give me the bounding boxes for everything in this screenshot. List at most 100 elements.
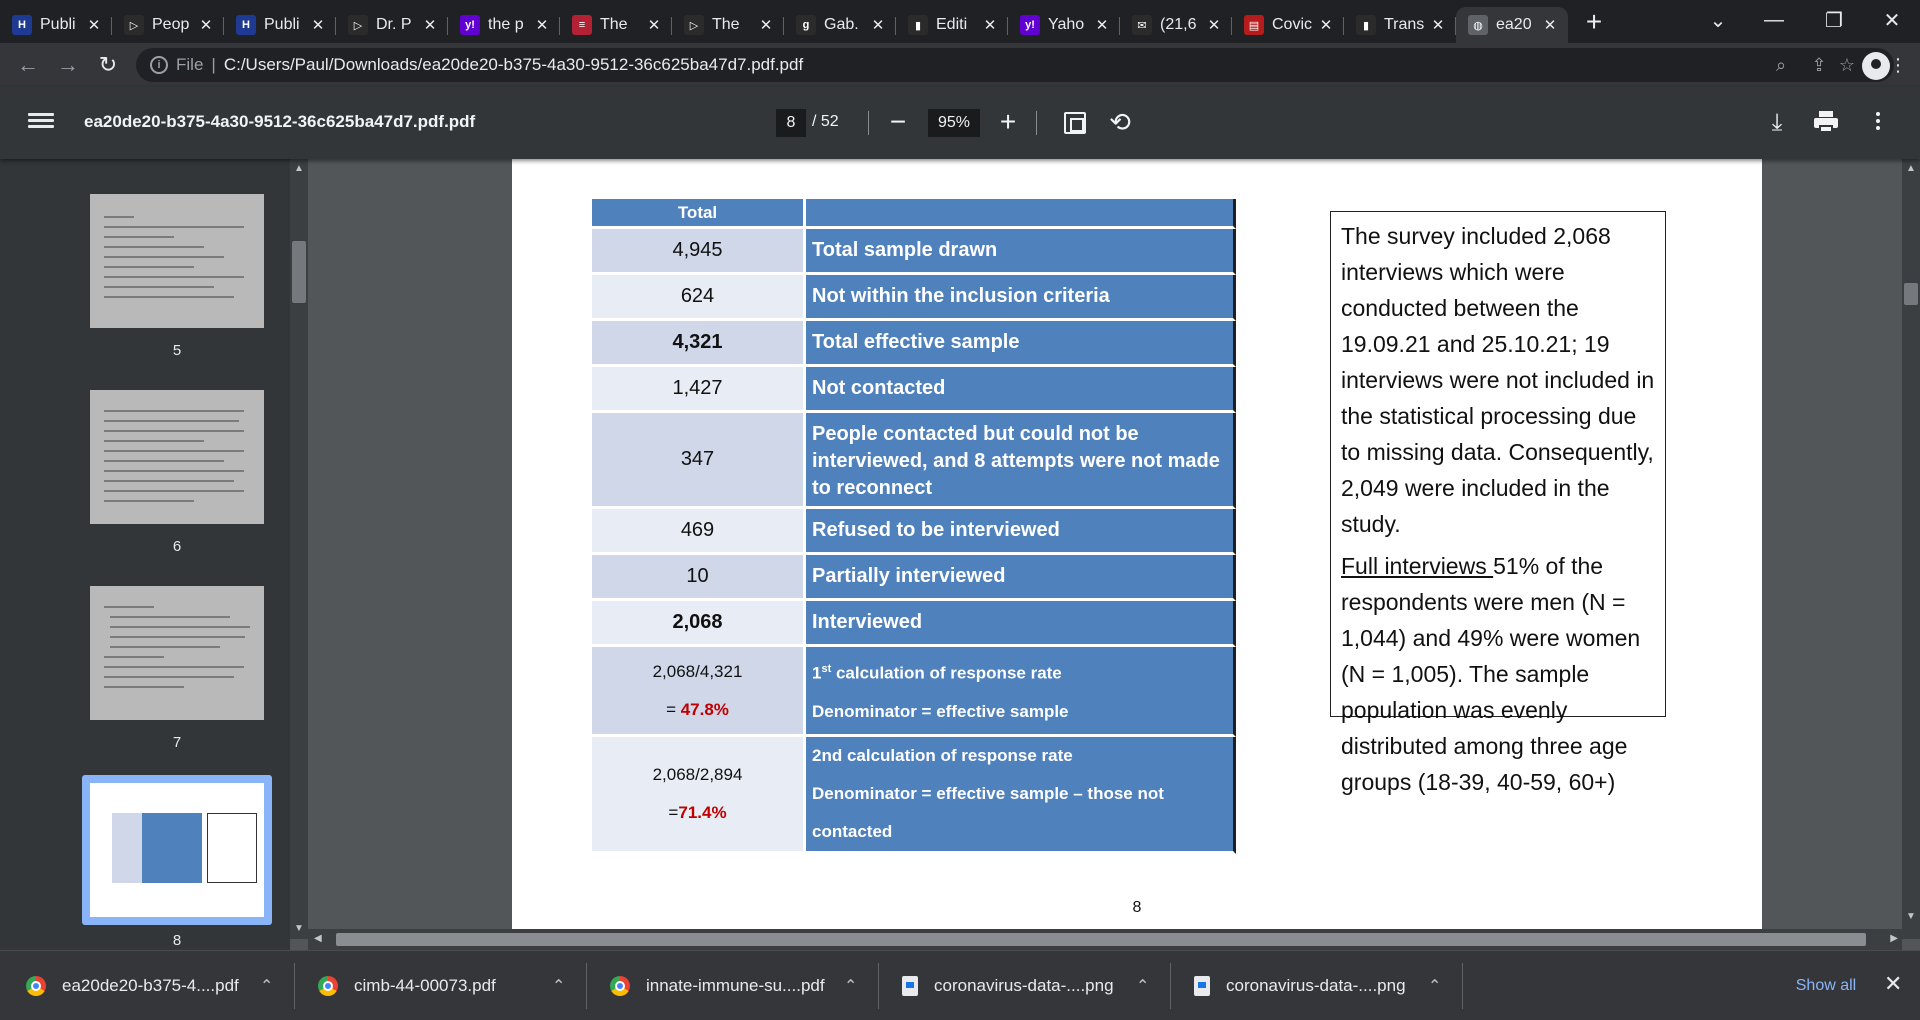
tab-close-icon[interactable]: ✕ bbox=[1092, 15, 1112, 35]
tab-title: The bbox=[712, 16, 740, 33]
download-item[interactable]: cimb-44-00073.pdf bbox=[318, 951, 496, 1020]
new-tab-button[interactable]: + bbox=[1576, 4, 1612, 40]
scroll-left-arrow-icon[interactable]: ◀ bbox=[314, 933, 322, 944]
tab-close-icon[interactable]: ✕ bbox=[1316, 15, 1336, 35]
tab[interactable]: g Gab. ✕ bbox=[784, 7, 896, 43]
health-logo-icon: H bbox=[12, 15, 32, 35]
zoom-magnifier-icon[interactable]: ⌕ bbox=[1768, 52, 1794, 78]
browser-menu-icon[interactable]: ⋮ bbox=[1880, 47, 1916, 83]
download-filename: innate-immune-su....pdf bbox=[646, 976, 825, 995]
rotate-icon[interactable]: ⟲ bbox=[1107, 109, 1133, 135]
tab[interactable]: H Publi ✕ bbox=[0, 7, 112, 43]
tab-close-icon[interactable]: ✕ bbox=[308, 15, 328, 35]
download-menu-chevron-icon[interactable]: ⌃ bbox=[844, 976, 857, 996]
tab-close-icon[interactable]: ✕ bbox=[196, 15, 216, 35]
sidebar-menu-icon[interactable] bbox=[28, 110, 54, 136]
scroll-right-arrow-icon[interactable]: ▶ bbox=[1890, 933, 1898, 944]
tab[interactable]: y! the p ✕ bbox=[448, 7, 560, 43]
minimize-icon[interactable]: — bbox=[1746, 0, 1802, 40]
tab-close-icon[interactable]: ✕ bbox=[868, 15, 888, 35]
tab[interactable]: ▷ Dr. P ✕ bbox=[336, 7, 448, 43]
download-item[interactable]: innate-immune-su....pdf bbox=[610, 951, 825, 1020]
thumbnail-page-8-selected[interactable] bbox=[82, 775, 272, 925]
tab-close-icon[interactable]: ✕ bbox=[420, 15, 440, 35]
bookmark-star-icon[interactable]: ☆ bbox=[1834, 52, 1860, 78]
tab[interactable]: ✉ (21,6 ✕ bbox=[1120, 7, 1232, 43]
print-icon[interactable] bbox=[1814, 111, 1838, 133]
page-footer-number: 8 bbox=[1132, 899, 1142, 916]
download-menu-chevron-icon[interactable]: ⌃ bbox=[260, 976, 273, 996]
download-menu-chevron-icon[interactable]: ⌃ bbox=[1428, 976, 1441, 996]
info-icon[interactable]: i bbox=[150, 56, 168, 74]
download-icon[interactable]: ⤓ bbox=[1764, 109, 1790, 136]
share-icon[interactable]: ⇪ bbox=[1806, 52, 1832, 78]
scroll-down-arrow-icon[interactable]: ▼ bbox=[1906, 911, 1916, 922]
calc-1-fraction: 2,068/4,321 bbox=[652, 661, 743, 681]
tab[interactable]: ▷ The ✕ bbox=[672, 7, 784, 43]
show-all-button[interactable]: Show all bbox=[1764, 973, 1888, 999]
tab[interactable]: H Publi ✕ bbox=[224, 7, 336, 43]
tab[interactable]: ≡ The ✕ bbox=[560, 7, 672, 43]
scrollbar-thumb[interactable] bbox=[292, 241, 306, 303]
tab[interactable]: ▮ Editi ✕ bbox=[896, 7, 1008, 43]
download-item[interactable]: ea20de20-b375-4....pdf bbox=[26, 951, 239, 1020]
tab-title: The bbox=[600, 16, 628, 33]
tab-close-icon[interactable]: ✕ bbox=[1540, 15, 1560, 35]
tab[interactable]: y! Yaho ✕ bbox=[1008, 7, 1120, 43]
tab-close-icon[interactable]: ✕ bbox=[980, 15, 1000, 35]
zoom-out-button[interactable]: − bbox=[886, 108, 910, 136]
scroll-up-arrow-icon[interactable]: ▲ bbox=[294, 163, 304, 174]
fit-to-page-icon[interactable] bbox=[1064, 112, 1086, 134]
page-number-input[interactable]: 8 bbox=[776, 109, 806, 137]
restore-icon[interactable]: ❐ bbox=[1806, 0, 1862, 40]
tab[interactable]: ▮ Trans ✕ bbox=[1344, 7, 1456, 43]
calc-2-result-line: =71.4% bbox=[592, 794, 803, 832]
sidebar-scrollbar[interactable]: ▲ ▼ bbox=[290, 159, 308, 939]
tab[interactable]: ▤ Covic ✕ bbox=[1232, 7, 1344, 43]
tab-title: Trans bbox=[1384, 16, 1425, 33]
thumbnail-page-7[interactable] bbox=[90, 586, 264, 720]
rumble-play-icon: ▷ bbox=[684, 15, 704, 35]
reload-icon[interactable]: ↻ bbox=[90, 47, 126, 83]
close-downloads-icon[interactable]: ✕ bbox=[1884, 971, 1902, 997]
tab-search-chevron-icon[interactable]: ⌄ bbox=[1690, 0, 1746, 40]
forward-arrow-icon[interactable]: → bbox=[50, 47, 86, 83]
scroll-down-arrow-icon[interactable]: ▼ bbox=[294, 923, 304, 934]
tab-title: Publi bbox=[264, 16, 300, 33]
tab-close-icon[interactable]: ✕ bbox=[1428, 15, 1448, 35]
pdf-viewer[interactable]: ▲ ▼ Total 4,945 Total sample drawn 624 N… bbox=[290, 159, 1920, 950]
file-icon bbox=[902, 976, 918, 996]
thumbnail-page-6[interactable] bbox=[90, 390, 264, 524]
calc-2-fraction: 2,068/2,894 bbox=[652, 765, 743, 784]
horizontal-scrollbar[interactable]: ◀ ▶ bbox=[308, 929, 1902, 950]
full-interviews-heading: Full interviews bbox=[1341, 553, 1494, 579]
calc-1-values: 2,068/4,321 = 47.8% bbox=[592, 647, 806, 737]
address-bar[interactable]: i File | C:/Users/Paul/Downloads/ea20de2… bbox=[136, 48, 1894, 82]
thumbnail-page-5[interactable] bbox=[90, 194, 264, 328]
download-menu-chevron-icon[interactable]: ⌃ bbox=[1136, 976, 1149, 996]
scroll-up-arrow-icon[interactable]: ▲ bbox=[1906, 163, 1916, 174]
table-cell-label: Interviewed bbox=[806, 601, 1236, 647]
zoom-input[interactable]: 95% bbox=[928, 109, 980, 137]
table-cell-label: Refused to be interviewed bbox=[806, 509, 1236, 555]
scrollbar-thumb[interactable] bbox=[336, 933, 1866, 946]
download-menu-chevron-icon[interactable]: ⌃ bbox=[552, 976, 565, 996]
tab-close-icon[interactable]: ✕ bbox=[644, 15, 664, 35]
tab[interactable]: ▷ Peop ✕ bbox=[112, 7, 224, 43]
more-options-icon[interactable] bbox=[1868, 109, 1888, 137]
close-window-icon[interactable]: ✕ bbox=[1864, 0, 1920, 40]
tab-close-icon[interactable]: ✕ bbox=[532, 15, 552, 35]
url-text[interactable]: C:/Users/Paul/Downloads/ea20de20-b375-4a… bbox=[224, 55, 803, 75]
tab[interactable]: ◍ ea20 ✕ bbox=[1456, 7, 1568, 43]
zoom-in-button[interactable]: + bbox=[996, 108, 1020, 136]
table-row: 4,321 Total effective sample bbox=[592, 321, 1236, 367]
scrollbar-thumb[interactable] bbox=[1904, 283, 1918, 305]
back-arrow-icon[interactable]: ← bbox=[10, 47, 46, 83]
rumble-play-icon: ▷ bbox=[124, 15, 144, 35]
download-item[interactable]: coronavirus-data-....png bbox=[902, 951, 1114, 1020]
download-item[interactable]: coronavirus-data-....png bbox=[1194, 951, 1406, 1020]
document-scrollbar[interactable]: ▲ ▼ bbox=[1902, 159, 1920, 939]
tab-close-icon[interactable]: ✕ bbox=[1204, 15, 1224, 35]
tab-close-icon[interactable]: ✕ bbox=[756, 15, 776, 35]
tab-close-icon[interactable]: ✕ bbox=[84, 15, 104, 35]
